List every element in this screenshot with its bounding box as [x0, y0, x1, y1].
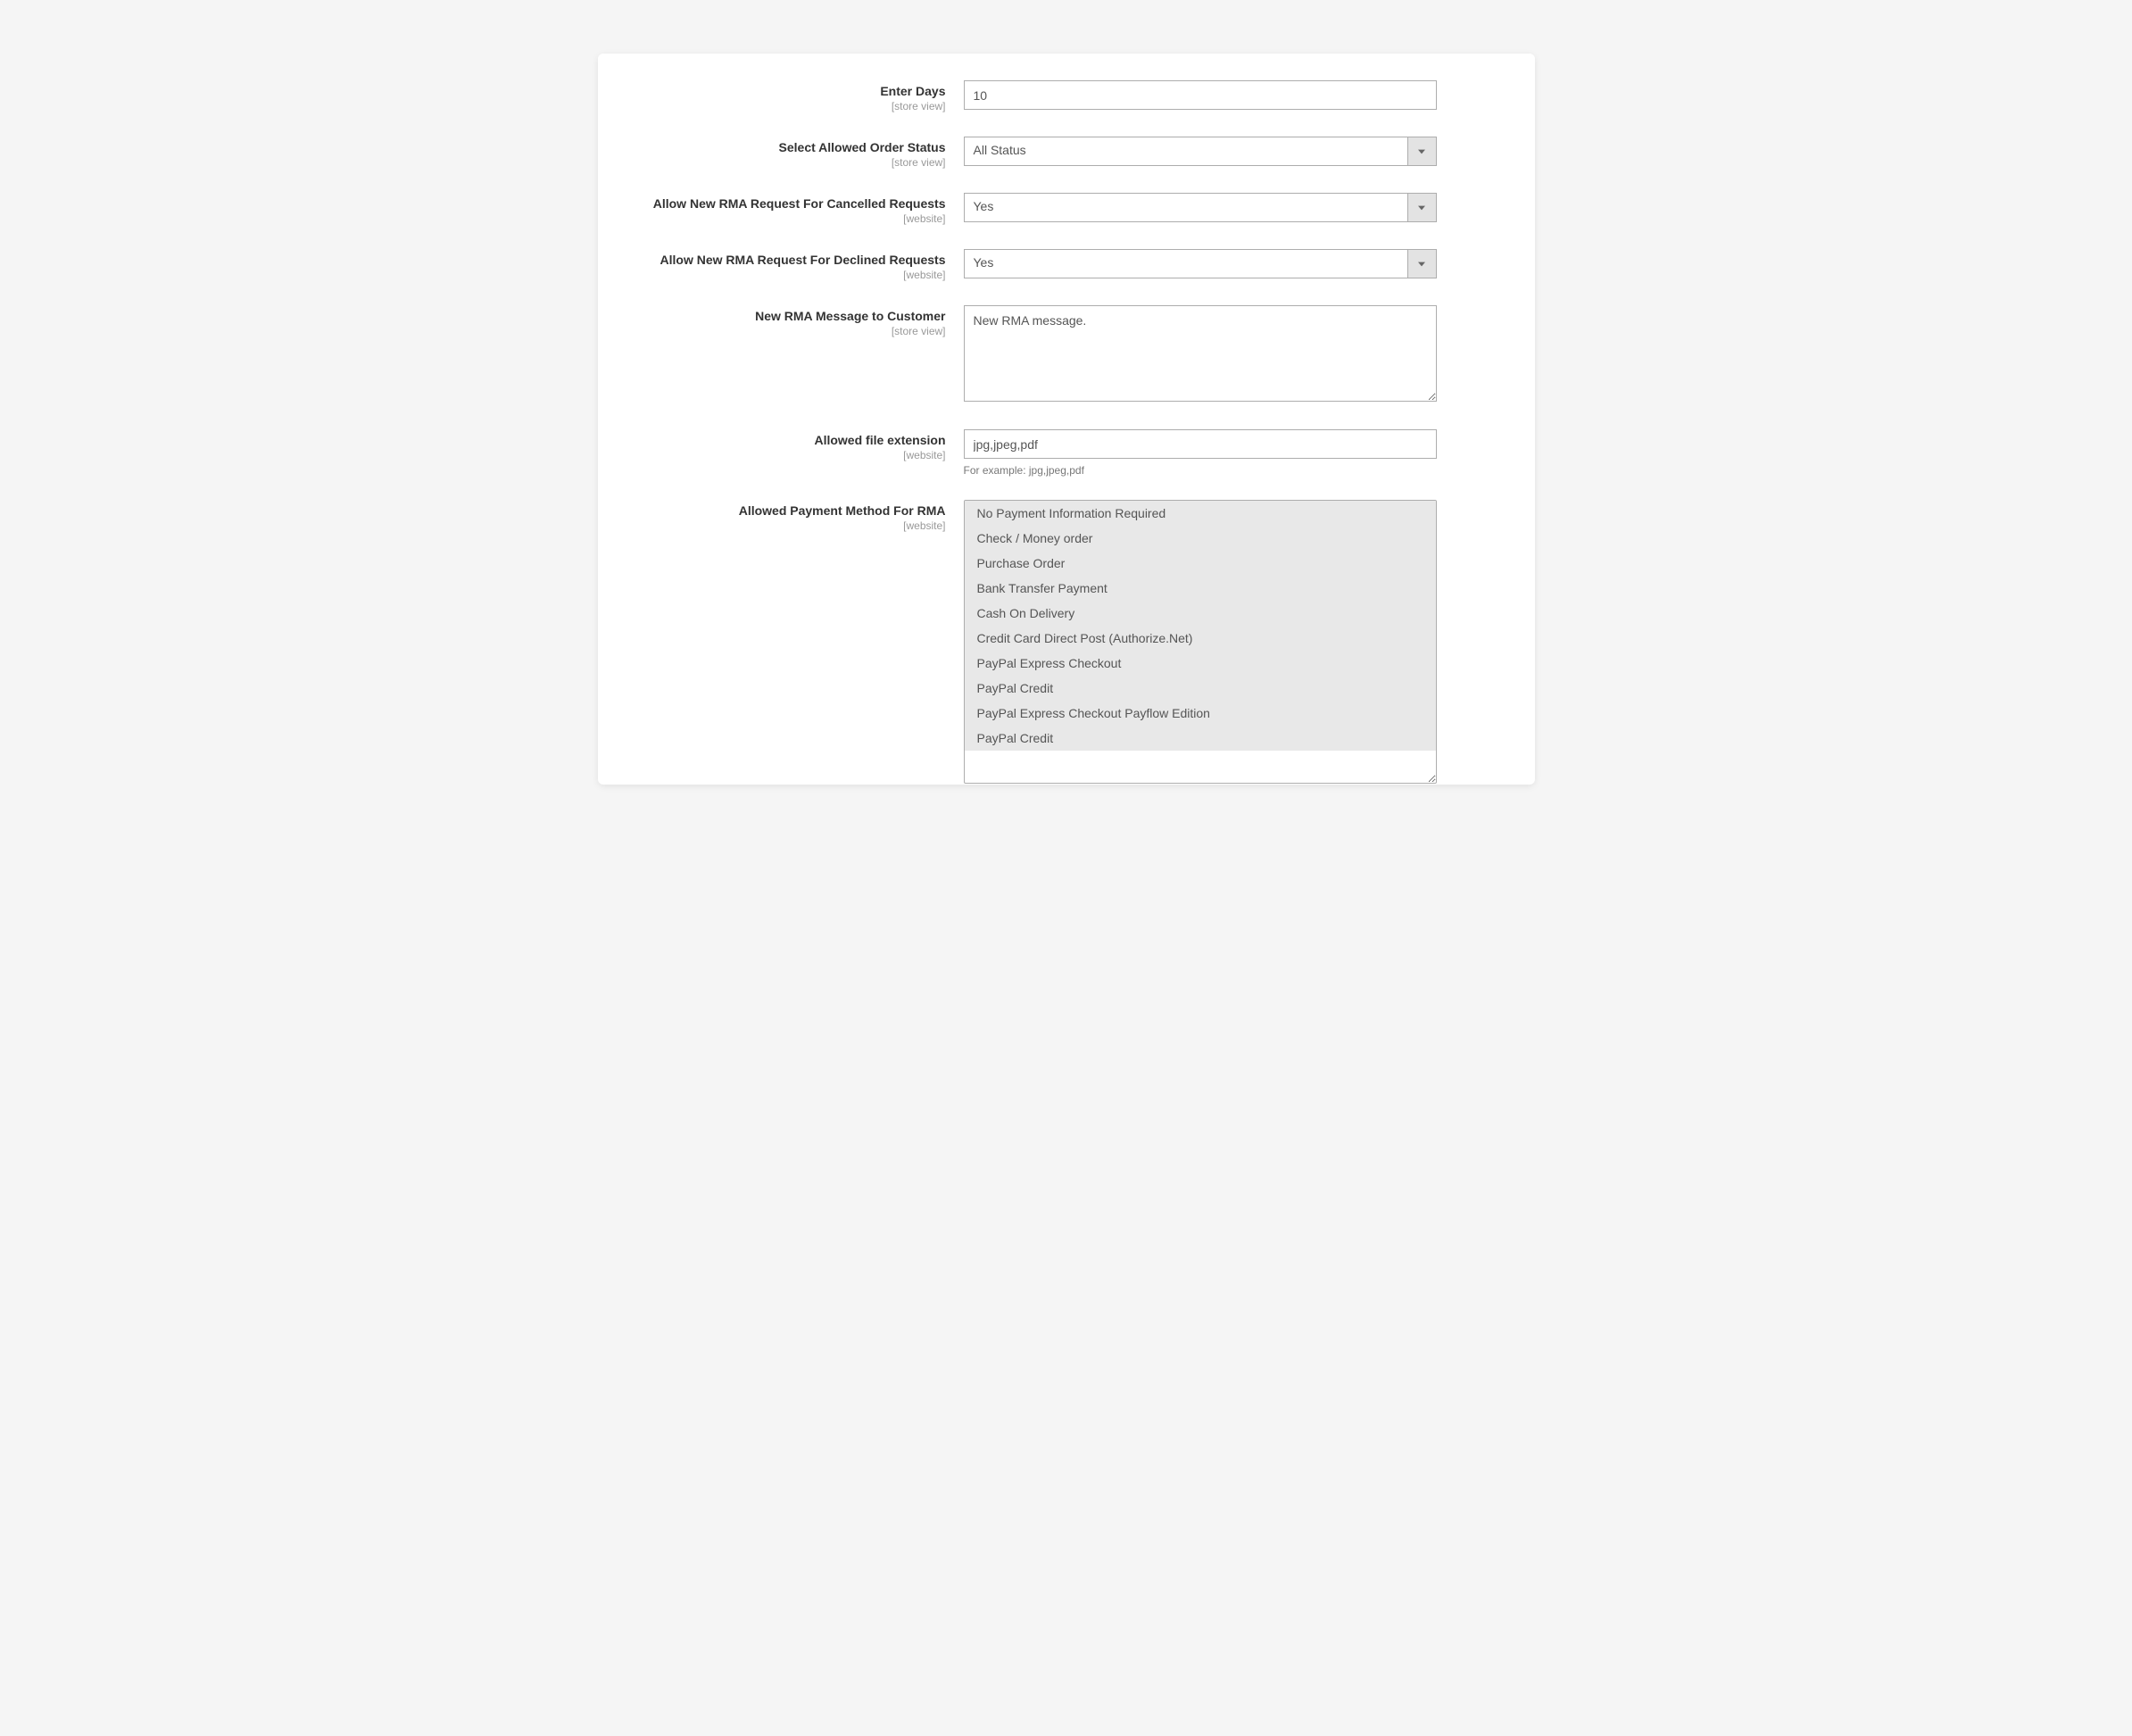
row-allowed-order-status: Select Allowed Order Status [store view]…	[643, 137, 1437, 170]
field-label: Enter Days	[643, 84, 946, 100]
field-label: Allowed Payment Method For RMA	[643, 503, 946, 519]
label-col: Allowed Payment Method For RMA [website]	[643, 500, 964, 533]
new-rma-message-textarea[interactable]	[964, 305, 1437, 402]
label-col: Select Allowed Order Status [store view]	[643, 137, 964, 170]
row-allowed-file-extension: Allowed file extension [website] For exa…	[643, 429, 1437, 477]
chevron-down-icon[interactable]	[1407, 193, 1437, 222]
field-col: For example: jpg,jpeg,pdf	[964, 429, 1437, 477]
row-new-rma-message: New RMA Message to Customer [store view]	[643, 305, 1437, 406]
list-item[interactable]: PayPal Express Checkout	[965, 651, 1436, 676]
allow-declined-select[interactable]: Yes	[964, 249, 1437, 278]
select-value: Yes	[964, 249, 1407, 278]
allowed-order-status-select[interactable]: All Status	[964, 137, 1437, 166]
chevron-down-icon[interactable]	[1407, 137, 1437, 166]
field-col	[964, 80, 1437, 110]
label-col: New RMA Message to Customer [store view]	[643, 305, 964, 338]
field-label: Select Allowed Order Status	[643, 140, 946, 156]
label-col: Allow New RMA Request For Declined Reque…	[643, 249, 964, 282]
label-col: Enter Days [store view]	[643, 80, 964, 113]
field-label: Allow New RMA Request For Cancelled Requ…	[643, 196, 946, 212]
field-scope: [store view]	[643, 325, 946, 339]
row-allow-cancelled: Allow New RMA Request For Cancelled Requ…	[643, 193, 1437, 226]
list-item[interactable]: Purchase Order	[965, 551, 1436, 576]
field-scope: [store view]	[643, 100, 946, 114]
list-item[interactable]: No Payment Information Required	[965, 501, 1436, 526]
list-item[interactable]: Credit Card Direct Post (Authorize.Net)	[965, 626, 1436, 651]
field-scope: [store view]	[643, 156, 946, 170]
field-scope: [website]	[643, 269, 946, 283]
field-col: Yes	[964, 249, 1437, 278]
row-allow-declined: Allow New RMA Request For Declined Reque…	[643, 249, 1437, 282]
field-scope: [website]	[643, 519, 946, 534]
field-col	[964, 305, 1437, 406]
list-item[interactable]: PayPal Credit	[965, 726, 1436, 751]
field-col: All Status	[964, 137, 1437, 166]
label-col: Allowed file extension [website]	[643, 429, 964, 462]
select-value: Yes	[964, 193, 1407, 222]
allowed-file-extension-input[interactable]	[964, 429, 1437, 459]
label-col: Allow New RMA Request For Cancelled Requ…	[643, 193, 964, 226]
list-item[interactable]: Check / Money order	[965, 526, 1436, 551]
field-label: Allow New RMA Request For Declined Reque…	[643, 253, 946, 269]
list-item[interactable]: Cash On Delivery	[965, 601, 1436, 626]
field-hint: For example: jpg,jpeg,pdf	[964, 464, 1437, 477]
list-item[interactable]: PayPal Credit	[965, 676, 1436, 701]
field-scope: [website]	[643, 212, 946, 227]
enter-days-input[interactable]	[964, 80, 1437, 110]
field-label: Allowed file extension	[643, 433, 946, 449]
list-item[interactable]: PayPal Express Checkout Payflow Edition	[965, 701, 1436, 726]
field-col: Yes	[964, 193, 1437, 222]
row-allowed-payment: Allowed Payment Method For RMA [website]…	[643, 500, 1437, 785]
settings-card: Enter Days [store view] Select Allowed O…	[598, 54, 1535, 785]
field-scope: [website]	[643, 449, 946, 463]
select-value: All Status	[964, 137, 1407, 166]
field-col: No Payment Information RequiredCheck / M…	[964, 500, 1437, 785]
allowed-payment-multiselect[interactable]: No Payment Information RequiredCheck / M…	[964, 500, 1437, 784]
row-enter-days: Enter Days [store view]	[643, 80, 1437, 113]
allow-cancelled-select[interactable]: Yes	[964, 193, 1437, 222]
field-label: New RMA Message to Customer	[643, 309, 946, 325]
chevron-down-icon[interactable]	[1407, 249, 1437, 278]
list-item[interactable]: Bank Transfer Payment	[965, 576, 1436, 601]
